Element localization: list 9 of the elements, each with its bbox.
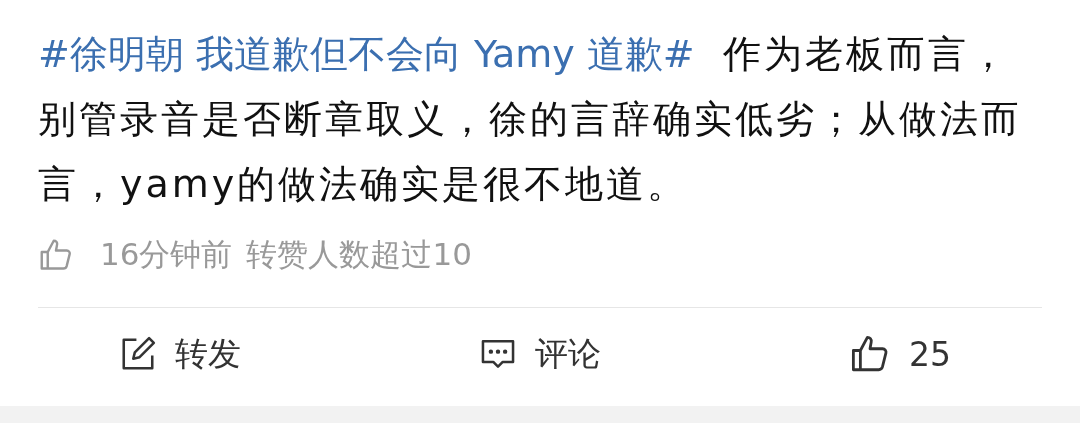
post-time: 16分钟前 xyxy=(100,235,233,274)
like-button[interactable]: 25 xyxy=(720,308,1080,400)
engagement-note: 转赞人数超过10 xyxy=(246,235,472,274)
comment-button[interactable]: 评论 xyxy=(360,308,720,400)
thumbs-up-icon xyxy=(38,237,74,273)
repost-button[interactable]: 转发 xyxy=(0,308,360,400)
post-text: #徐明朝 我道歉但不会向 Yamy 道歉# 作为老板而言，别管录音是否断章取义，徐的言辞确实低劣；从做法而言，yamy的做法确实是很不地道。 xyxy=(38,31,1023,208)
edit-icon xyxy=(119,335,157,373)
hashtag-link[interactable]: #徐明朝 我道歉但不会向 Yamy 道歉# xyxy=(38,32,695,76)
